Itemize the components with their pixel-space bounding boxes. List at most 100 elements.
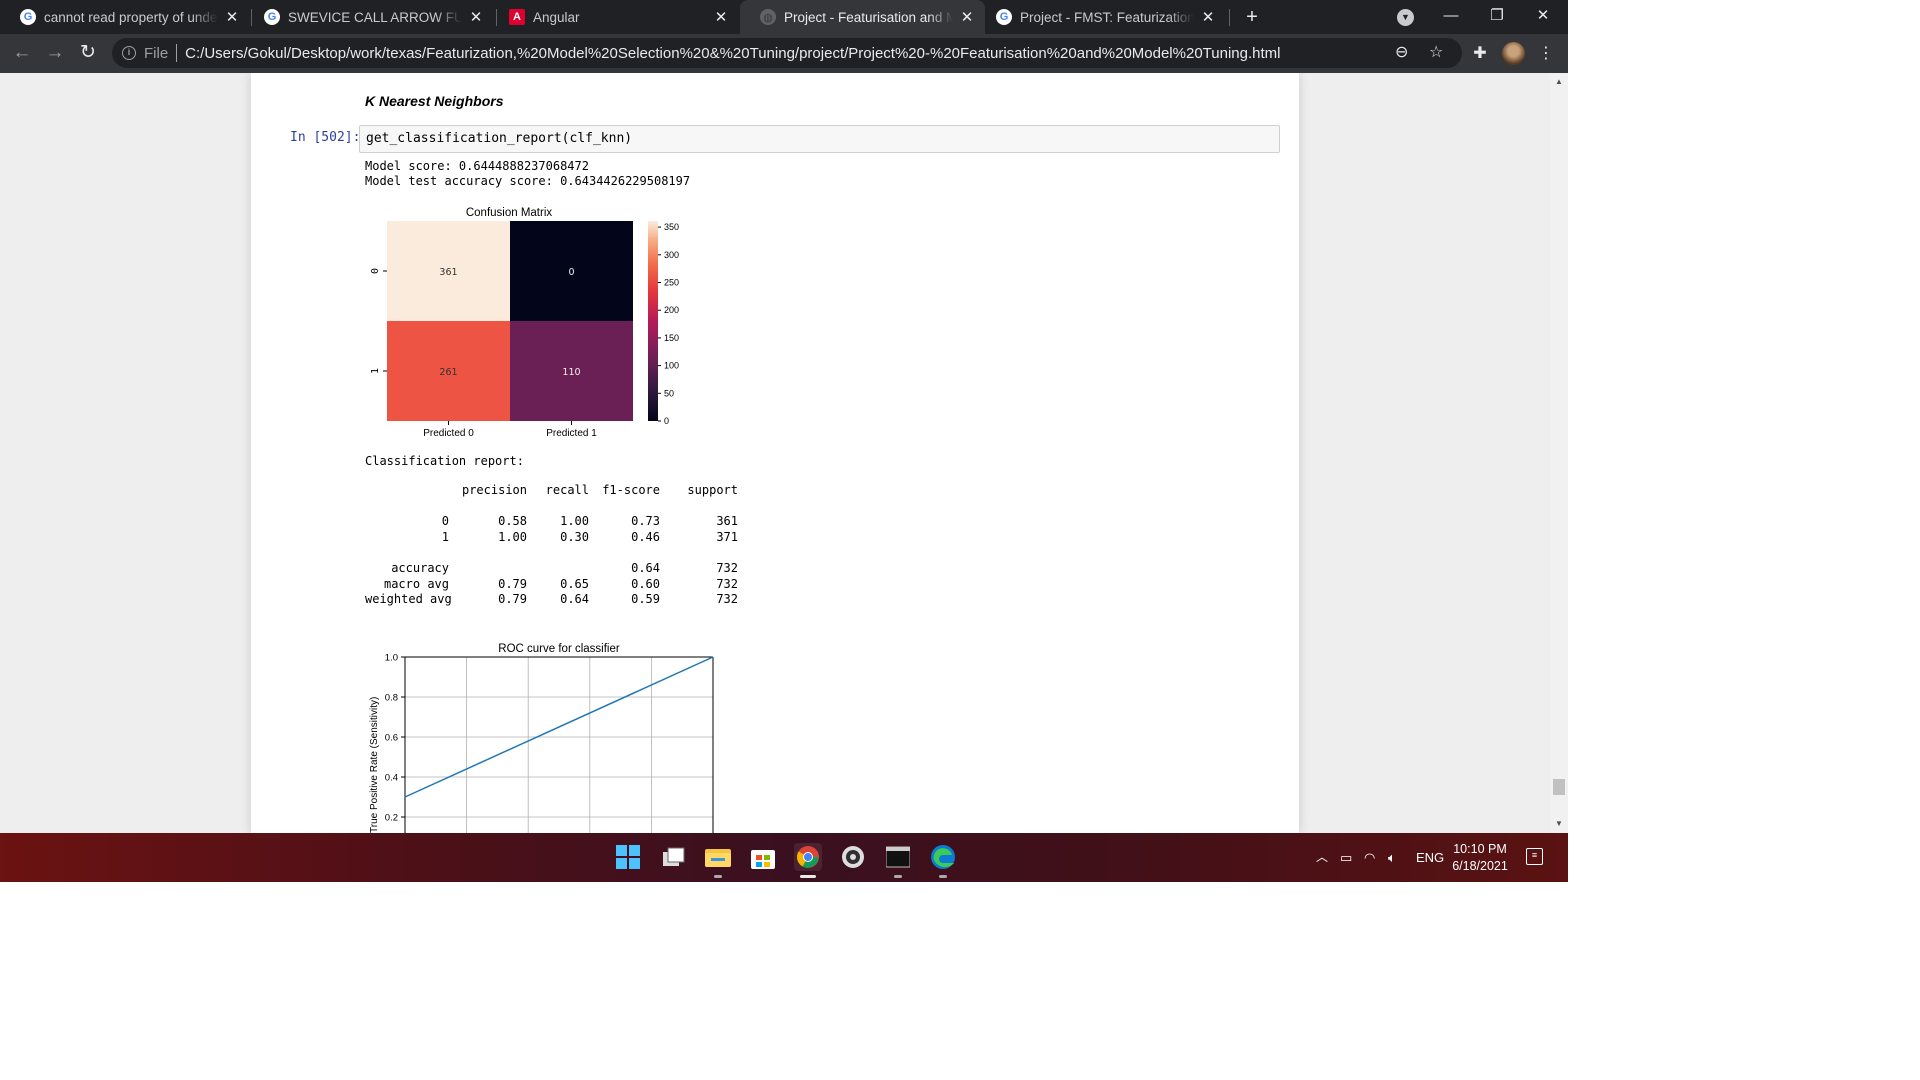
report-cell: 0.60 (631, 576, 660, 591)
scroll-thumb[interactable] (1553, 779, 1565, 795)
cell-prompt: In [502]: (290, 130, 361, 145)
roc-curve-chart: ROC curve for classifier 0.2 0.4 0.6 0.8 1.0… (369, 643, 714, 833)
tab-title: SWEVICE CALL ARROW FUNCTIO (288, 9, 462, 25)
cell-value-label: 261 (439, 367, 457, 378)
tab-title: Angular (533, 9, 580, 25)
windows-start-icon[interactable] (614, 843, 642, 871)
report-cell: 361 (716, 514, 738, 528)
report-title: Classification report: (365, 454, 524, 468)
colorbar-tick-label: 300 (664, 250, 679, 260)
globe-icon: ◍ (760, 9, 776, 25)
code-cell-input[interactable]: get_classification_report(clf_knn) (359, 125, 1280, 153)
volume-icon[interactable]: 🔈︎ (1388, 833, 1396, 882)
report-row-label: accuracy (391, 561, 449, 575)
bookmark-star-icon[interactable]: ☆ (1429, 38, 1443, 68)
forward-button[interactable]: → (41, 39, 69, 67)
wifi-icon[interactable]: ◠ (1364, 833, 1375, 882)
language-indicator[interactable]: ENG (1416, 833, 1444, 882)
menu-kebab-icon[interactable]: ⋮ (1532, 40, 1560, 68)
terminal-icon[interactable] (884, 843, 912, 871)
report-cell: 0.64 (631, 561, 660, 575)
report-cell: 732 (716, 576, 738, 591)
microsoft-store-icon[interactable] (749, 843, 777, 871)
colorbar-tick-label: 50 (664, 388, 674, 398)
extensions-icon[interactable]: ✚ (1466, 40, 1494, 68)
tab-1[interactable]: G SWEVICE CALL ARROW FUNCTIO ✕ (244, 0, 494, 34)
close-icon[interactable]: ✕ (468, 8, 484, 26)
zoom-icon[interactable]: ⊖ (1395, 38, 1408, 68)
file-explorer-icon[interactable] (704, 843, 732, 871)
tab-title: Project - FMST: Featurization, Mo (1020, 9, 1194, 25)
chart-title: ROC curve for classifier (498, 643, 620, 655)
url-text[interactable]: C:/Users/Gokul/Desktop/work/texas/Featur… (185, 45, 1280, 62)
tab-search-icon[interactable]: ▼ (1397, 9, 1414, 26)
clock-time: 10:10 PM (1453, 842, 1507, 856)
scheme-label: File (144, 44, 169, 62)
profile-avatar[interactable] (1502, 42, 1525, 65)
output-line: Model score: 0.6444888237068472 (365, 159, 589, 173)
report-cell: 732 (716, 592, 738, 606)
edge-icon[interactable] (929, 843, 957, 871)
chart-title: Confusion Matrix (466, 207, 553, 219)
clock[interactable]: 10:10 PM 6/18/2021 (1446, 841, 1514, 875)
x-tick-label: Predicted 0 (423, 428, 474, 439)
tab-strip: G cannot read property of undefine ✕ G S… (0, 0, 1568, 34)
report-header: f1-score (602, 483, 660, 497)
back-button[interactable]: ← (8, 39, 36, 67)
active-indicator (800, 875, 816, 878)
report-cell: 0.59 (631, 592, 660, 606)
battery-icon[interactable]: ▭ (1340, 833, 1352, 882)
y-tick-label: 0.4 (385, 773, 398, 784)
page-scrollbar[interactable]: ▲ ▼ (1550, 73, 1568, 833)
y-tick-label: 1 (370, 368, 381, 374)
browser-toolbar: ← → ↻ i File C:/Users/Gokul/Desktop/work… (0, 34, 1568, 73)
minimize-button[interactable]: — (1428, 0, 1474, 34)
restore-button[interactable]: ❐ (1474, 0, 1520, 34)
running-indicator (894, 875, 902, 878)
reload-button[interactable]: ↻ (74, 39, 102, 67)
close-icon[interactable]: ✕ (1200, 8, 1216, 26)
colorbar (648, 221, 658, 421)
cell-value-label: 0 (568, 267, 574, 278)
tab-2[interactable]: A Angular ✕ (489, 0, 739, 34)
notifications-icon[interactable]: ≡ (1526, 848, 1543, 865)
cell-value-label: 110 (562, 367, 580, 378)
colorbar-tick-label: 200 (664, 305, 679, 315)
y-tick-label: 0.2 (385, 813, 398, 824)
google-icon: G (996, 9, 1012, 25)
colorbar-tick-label: 0 (664, 416, 669, 426)
close-window-button[interactable]: ✕ (1520, 0, 1566, 34)
address-bar[interactable]: i File C:/Users/Gokul/Desktop/work/texas… (112, 38, 1462, 68)
scroll-down-icon[interactable]: ▼ (1550, 817, 1568, 831)
close-icon[interactable]: ✕ (713, 8, 729, 26)
info-icon[interactable]: i (122, 46, 136, 60)
tray-chevron-icon[interactable]: ︿ (1316, 833, 1328, 882)
colorbar-tick-label: 150 (664, 333, 679, 343)
report-cell: 0.73 (631, 514, 660, 528)
section-heading: K Nearest Neighbors (365, 93, 504, 109)
tab-4[interactable]: G Project - FMST: Featurization, Mo ✕ (976, 0, 1226, 34)
roc-series-line (404, 656, 714, 798)
y-tick-label: 1.0 (385, 653, 398, 664)
colorbar-tick-label: 250 (664, 277, 679, 287)
close-icon[interactable]: ✕ (959, 8, 975, 26)
task-view-icon[interactable] (659, 843, 687, 871)
tab-title: cannot read property of undefine (44, 9, 218, 25)
cell-value-label: 361 (439, 267, 457, 278)
report-cell: 0.46 (631, 529, 660, 544)
divider (176, 44, 178, 62)
chrome-icon[interactable] (794, 843, 822, 871)
tab-separator (1229, 9, 1230, 26)
scroll-up-icon[interactable]: ▲ (1550, 75, 1568, 89)
report-header: support (687, 483, 738, 497)
y-tick-label: 0.6 (385, 733, 398, 744)
close-icon[interactable]: ✕ (224, 8, 240, 26)
tab-3-active[interactable]: ◍ Project - Featurisation and Mode ✕ (740, 0, 985, 34)
tab-0[interactable]: G cannot read property of undefine ✕ (0, 0, 250, 34)
new-tab-button[interactable]: + (1242, 4, 1262, 30)
y-tick-label: 0 (370, 268, 381, 274)
obs-icon[interactable] (839, 843, 867, 871)
google-icon: G (264, 9, 280, 25)
y-axis-label: True Positive Rate (Sensitivity) (369, 697, 380, 833)
report-cell: 371 (716, 529, 738, 544)
